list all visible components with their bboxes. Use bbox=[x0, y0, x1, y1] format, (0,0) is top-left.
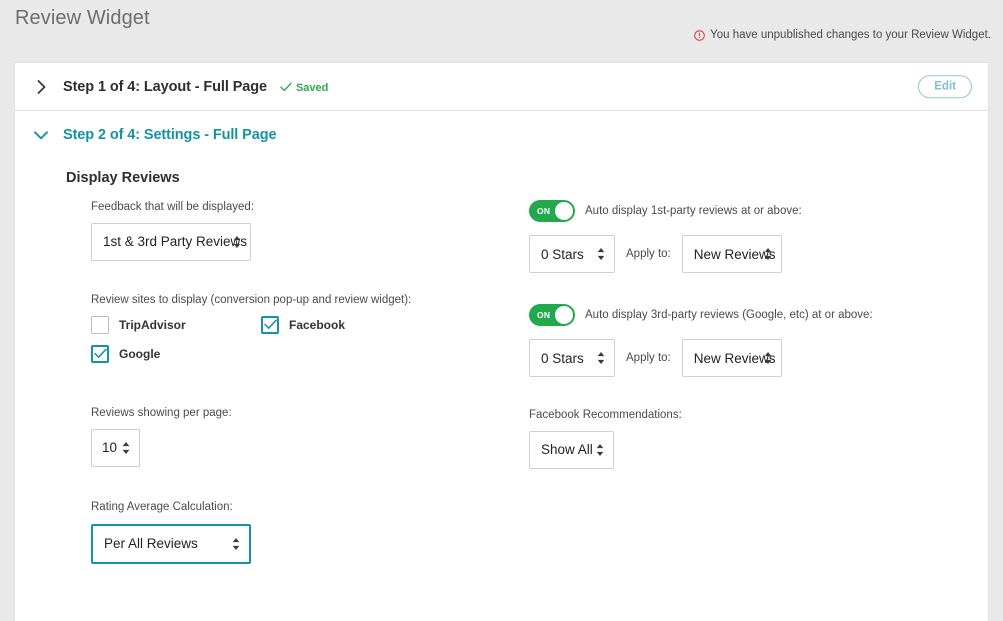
third-party-stars-value: 0 Stars bbox=[541, 350, 584, 366]
rating-average-label: Rating Average Calculation: bbox=[91, 501, 233, 513]
check-icon bbox=[263, 319, 277, 330]
third-party-apply-label: Apply to: bbox=[626, 352, 671, 364]
spinner-arrows-icon bbox=[764, 352, 772, 365]
checkbox-facebook[interactable]: Facebook bbox=[261, 315, 346, 334]
rating-average-field: Rating Average Calculation: Per All Revi… bbox=[91, 500, 251, 564]
step-1-status: Saved bbox=[280, 79, 328, 97]
spinner-arrows-icon bbox=[597, 352, 605, 365]
spinner-arrows-icon bbox=[596, 443, 604, 456]
first-party-toggle[interactable]: ON bbox=[529, 200, 575, 222]
facebook-recommendations-value: Show All bbox=[541, 442, 593, 458]
check-icon bbox=[93, 348, 107, 359]
unpublished-changes-notice: You have unpublished changes to your Rev… bbox=[694, 29, 991, 41]
checkbox-facebook-label: Facebook bbox=[289, 317, 346, 332]
chevron-down-icon[interactable] bbox=[33, 127, 49, 143]
rating-average-value: Per All Reviews bbox=[104, 536, 198, 552]
toggle-knob bbox=[555, 202, 573, 220]
checkbox-facebook-box[interactable] bbox=[261, 315, 279, 334]
page-header: Review Widget You have unpublished chang… bbox=[0, 0, 1003, 50]
checkbox-google-label: Google bbox=[119, 346, 161, 361]
reviews-per-page-value: 10 bbox=[102, 440, 118, 456]
first-party-toggle-row: ON Auto display 1st-party reviews at or … bbox=[529, 200, 802, 222]
facebook-recommendations-field: Facebook Recommendations: Show All bbox=[529, 408, 682, 469]
checkbox-google-box[interactable] bbox=[91, 344, 109, 363]
edit-button[interactable]: Edit bbox=[918, 74, 972, 99]
third-party-toggle-row: ON Auto display 3rd-party reviews (Googl… bbox=[529, 304, 873, 326]
first-party-apply-select[interactable]: New Reviews bbox=[681, 235, 782, 273]
unpublished-changes-text: You have unpublished changes to your Rev… bbox=[710, 29, 991, 41]
step-1-row[interactable]: Step 1 of 4: Layout - Full Page Saved Ed… bbox=[15, 63, 988, 111]
step-2-row[interactable]: Step 2 of 4: Settings - Full Page bbox=[15, 111, 988, 159]
checkbox-tripadvisor[interactable]: TripAdvisor bbox=[91, 315, 186, 334]
warning-circle-icon bbox=[694, 29, 705, 41]
settings-body: Display Reviews Feedback that will be di… bbox=[15, 159, 988, 621]
reviews-per-page-field: Reviews showing per page: 10 bbox=[91, 406, 232, 467]
checkbox-google[interactable]: Google bbox=[91, 344, 161, 363]
reviews-per-page-label: Reviews showing per page: bbox=[91, 407, 232, 419]
review-widget-card: Step 1 of 4: Layout - Full Page Saved Ed… bbox=[14, 62, 989, 621]
first-party-apply-label: Apply to: bbox=[626, 248, 671, 260]
third-party-auto-display-group: ON Auto display 3rd-party reviews (Googl… bbox=[529, 304, 873, 377]
spinner-arrows-icon bbox=[233, 235, 241, 248]
review-sites-label: Review sites to display (conversion pop-… bbox=[91, 294, 412, 306]
first-party-stars-value: 0 Stars bbox=[541, 246, 584, 262]
feedback-displayed-select[interactable]: 1st & 3rd Party Reviews bbox=[91, 222, 251, 261]
third-party-apply-select[interactable]: New Reviews bbox=[681, 339, 782, 377]
spinner-arrows-icon bbox=[122, 441, 130, 454]
review-sites-checkbox-group: TripAdvisor Facebook Google bbox=[91, 315, 431, 366]
toggle-knob bbox=[555, 306, 573, 324]
facebook-recommendations-label: Facebook Recommendations: bbox=[529, 409, 682, 421]
third-party-controls-row: 0 Stars Apply to: New Reviews bbox=[529, 339, 873, 377]
step-1-label: Step 1 of 4: Layout - Full Page bbox=[63, 78, 267, 95]
check-icon bbox=[280, 79, 292, 97]
reviews-per-page-select[interactable]: 10 bbox=[91, 428, 140, 467]
facebook-recommendations-select[interactable]: Show All bbox=[529, 430, 614, 469]
step-2-label: Step 2 of 4: Settings - Full Page bbox=[63, 127, 277, 143]
chevron-right-icon[interactable] bbox=[33, 79, 49, 95]
first-party-auto-display-group: ON Auto display 1st-party reviews at or … bbox=[529, 200, 802, 273]
rating-average-select[interactable]: Per All Reviews bbox=[91, 523, 251, 564]
first-party-toggle-label: Auto display 1st-party reviews at or abo… bbox=[585, 205, 802, 217]
first-party-stars-select[interactable]: 0 Stars bbox=[529, 235, 615, 273]
step-1-status-label: Saved bbox=[295, 81, 329, 94]
third-party-toggle-state: ON bbox=[537, 310, 551, 320]
third-party-toggle[interactable]: ON bbox=[529, 304, 575, 326]
third-party-stars-select[interactable]: 0 Stars bbox=[529, 339, 615, 377]
spinner-arrows-icon bbox=[597, 248, 605, 261]
third-party-toggle-label: Auto display 3rd-party reviews (Google, … bbox=[585, 309, 873, 321]
feedback-displayed-label: Feedback that will be displayed: bbox=[91, 201, 255, 213]
feedback-displayed-value: 1st & 3rd Party Reviews bbox=[103, 234, 248, 250]
spinner-arrows-icon bbox=[764, 248, 772, 261]
display-reviews-heading: Display Reviews bbox=[66, 170, 180, 186]
feedback-displayed-field: Feedback that will be displayed: 1st & 3… bbox=[91, 200, 254, 261]
page-title: Review Widget bbox=[15, 7, 150, 29]
first-party-controls-row: 0 Stars Apply to: New Reviews bbox=[529, 235, 802, 273]
first-party-toggle-state: ON bbox=[537, 206, 551, 216]
review-sites-field: Review sites to display (conversion pop-… bbox=[91, 293, 431, 366]
spinner-arrows-icon bbox=[232, 537, 240, 550]
checkbox-tripadvisor-box[interactable] bbox=[91, 315, 109, 334]
checkbox-tripadvisor-label: TripAdvisor bbox=[119, 317, 186, 332]
